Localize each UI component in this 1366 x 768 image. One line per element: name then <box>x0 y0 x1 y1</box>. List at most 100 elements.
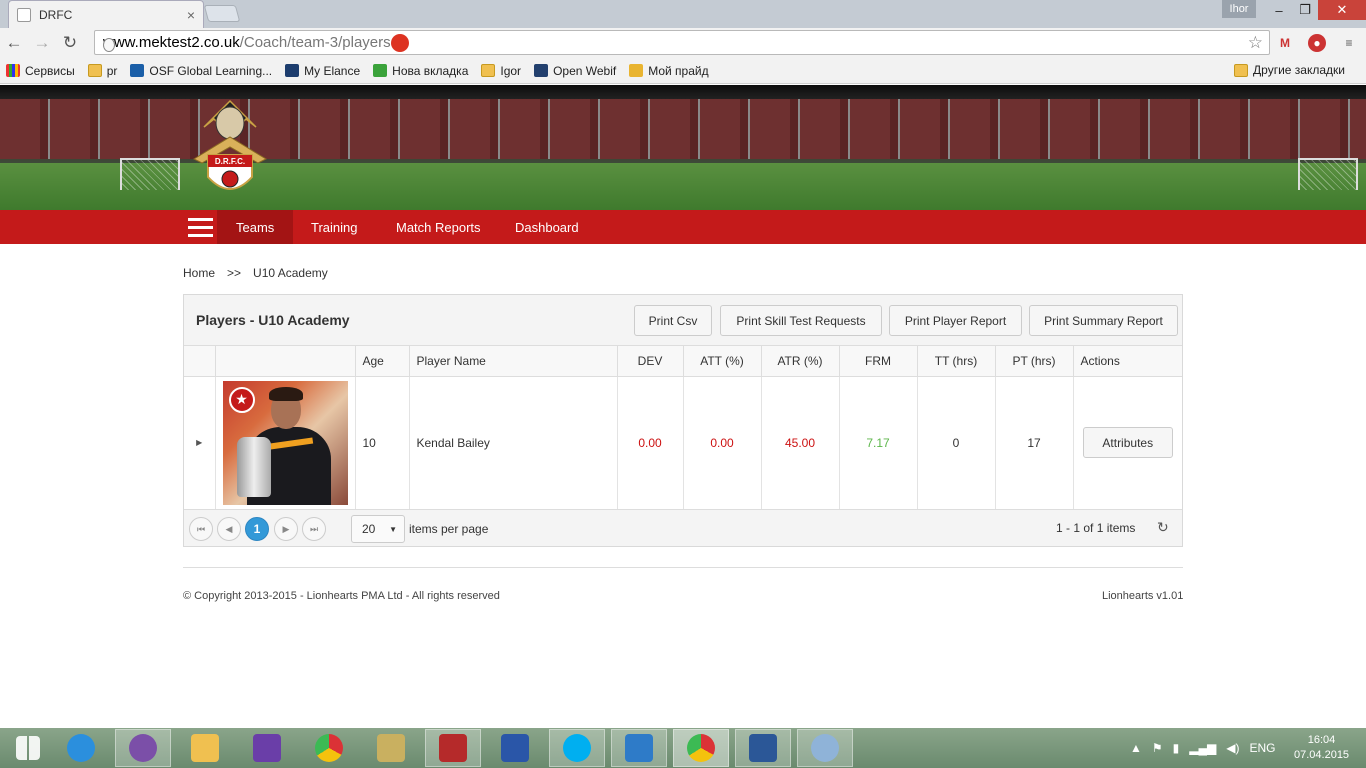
column-header[interactable]: PT (hrs) <box>995 346 1074 377</box>
folder-icon <box>191 734 219 762</box>
panel-header: Players - U10 Academy Print Csv Print Sk… <box>184 295 1182 346</box>
ie-icon <box>67 734 95 762</box>
pager-info: 1 - 1 of 1 items <box>1056 521 1136 535</box>
prev-page-icon[interactable]: ◀ <box>217 517 241 541</box>
network-icon[interactable]: ▂▄▆ <box>1189 741 1216 755</box>
paint-taskbar-icon[interactable] <box>797 729 853 767</box>
chrome-icon <box>687 734 715 762</box>
visual-studio-taskbar-icon[interactable] <box>239 729 295 767</box>
column-header[interactable]: ATR (%) <box>761 346 840 377</box>
bookmark-label: Open Webif <box>553 63 617 78</box>
adblock-icon[interactable]: ● <box>1308 34 1326 52</box>
print-skill-test-button[interactable]: Print Skill Test Requests <box>720 305 882 336</box>
word-icon <box>749 734 777 762</box>
bookmark-elance[interactable]: My Elance <box>285 64 360 78</box>
club-logo[interactable]: D.R.F.C. <box>186 97 274 201</box>
print-csv-button[interactable]: Print Csv <box>634 305 712 336</box>
skype-icon <box>563 734 591 762</box>
skype-taskbar-icon[interactable] <box>549 729 605 767</box>
forward-icon[interactable]: → <box>28 29 56 57</box>
profile-button[interactable]: Ihor <box>1222 0 1256 18</box>
nav-dashboard[interactable]: Dashboard <box>496 210 598 244</box>
floppy-icon <box>501 734 529 762</box>
nav-training[interactable]: Training <box>292 210 376 244</box>
browser-tab[interactable]: DRFC × <box>8 0 204 28</box>
word-taskbar-icon[interactable] <box>735 729 791 767</box>
nav-match-reports[interactable]: Match Reports <box>377 210 500 244</box>
print-player-report-button[interactable]: Print Player Report <box>889 305 1022 336</box>
volume-icon[interactable]: ◀) <box>1226 741 1239 755</box>
next-page-icon[interactable]: ▶ <box>274 517 298 541</box>
flag-icon[interactable]: ⚑ <box>1152 741 1163 755</box>
logo-text: D.R.F.C. <box>215 157 245 166</box>
players-panel: Players - U10 Academy Print Csv Print Sk… <box>183 294 1183 547</box>
player-att: 0.00 <box>683 376 762 509</box>
first-page-icon[interactable]: ⏮ <box>189 517 213 541</box>
extension-icon[interactable] <box>390 33 409 52</box>
player-photo-cell: ★ <box>215 376 356 509</box>
column-header[interactable]: DEV <box>617 346 684 377</box>
chrome-active-taskbar-icon[interactable] <box>673 729 729 767</box>
column-header[interactable]: TT (hrs) <box>917 346 996 377</box>
column-header[interactable]: ATT (%) <box>683 346 762 377</box>
chrome-taskbar-icon[interactable] <box>301 729 357 767</box>
minimize-button[interactable]: – <box>1264 0 1294 20</box>
save-taskbar-icon[interactable] <box>487 729 543 767</box>
bookmark-pr[interactable]: pr <box>87 64 117 78</box>
viber-taskbar-icon[interactable] <box>115 729 171 767</box>
column-header[interactable]: FRM <box>839 346 918 377</box>
books-taskbar-icon[interactable] <box>425 729 481 767</box>
tab-close-icon[interactable]: × <box>187 7 195 23</box>
bookmark-igor[interactable]: Igor <box>481 64 521 78</box>
refresh-icon[interactable]: ↻ <box>1157 519 1169 536</box>
jetbrains-icon <box>625 734 653 762</box>
jetbrains-taskbar-icon[interactable] <box>611 729 667 767</box>
page-1-button[interactable]: 1 <box>245 517 269 541</box>
print-summary-report-button[interactable]: Print Summary Report <box>1029 305 1178 336</box>
bookmarks-bar: Сервисы pr OSF Global Learning... My Ela… <box>0 58 1366 84</box>
tools-taskbar-icon[interactable] <box>363 729 419 767</box>
column-header[interactable]: Player Name <box>409 346 618 377</box>
clock[interactable]: 16:04 07.04.2015 <box>1294 733 1349 763</box>
ie-taskbar-icon[interactable] <box>53 729 109 767</box>
bookmark-osf[interactable]: OSF Global Learning... <box>130 64 272 78</box>
bookmark-services[interactable]: Сервисы <box>6 64 75 78</box>
page-size-select[interactable]: 20 ▼ <box>351 515 405 543</box>
bookmark-star-icon[interactable]: ☆ <box>1248 33 1263 53</box>
breadcrumb-current[interactable]: U10 Academy <box>253 266 328 280</box>
tray-overflow-icon[interactable]: ▲ <box>1130 741 1142 755</box>
bookmark-label: My Elance <box>304 63 361 78</box>
url-domain: www.mektest2.co.uk <box>103 34 240 51</box>
tools-icon <box>377 734 405 762</box>
main-navbar: Teams Training Match Reports Dashboard <box>0 210 1366 244</box>
new-tab-button[interactable] <box>203 5 241 22</box>
menu-icon[interactable]: ≡ <box>1340 34 1358 52</box>
explorer-taskbar-icon[interactable] <box>177 729 233 767</box>
player-frm: 7.17 <box>839 376 918 509</box>
back-icon[interactable]: ← <box>0 29 28 57</box>
browser-toolbar: ← → ↻ www.mektest2.co.uk/Coach/team-3/pl… <box>0 28 1366 58</box>
hamburger-menu-icon[interactable] <box>188 218 213 237</box>
window-close-button[interactable]: ✕ <box>1318 0 1366 20</box>
bookmark-new-tab[interactable]: Нова вкладка <box>373 64 468 78</box>
player-dev: 0.00 <box>617 376 684 509</box>
last-page-icon[interactable]: ⏭ <box>302 517 326 541</box>
gmail-icon[interactable]: M <box>1276 34 1294 52</box>
attributes-button[interactable]: Attributes <box>1082 427 1173 459</box>
books-icon <box>439 734 467 762</box>
maximize-button[interactable]: ❐ <box>1292 0 1318 20</box>
expand-row-icon[interactable]: ▶ <box>184 376 216 509</box>
actions-cell: Attributes <box>1073 376 1182 509</box>
other-bookmarks[interactable]: Другие закладки <box>1234 63 1345 77</box>
battery-icon[interactable]: ▮ <box>1173 741 1180 755</box>
column-header[interactable]: Age <box>355 346 410 377</box>
reload-icon[interactable]: ↻ <box>56 29 84 57</box>
bookmark-openwebif[interactable]: Open Webif <box>534 64 616 78</box>
start-button[interactable] <box>0 729 56 767</box>
address-bar[interactable]: www.mektest2.co.uk/Coach/team-3/players … <box>94 30 1270 55</box>
nav-teams[interactable]: Teams <box>217 210 294 244</box>
breadcrumb-home[interactable]: Home <box>183 266 215 280</box>
language-indicator[interactable]: ENG <box>1249 741 1275 755</box>
items-per-page-label: items per page <box>409 522 489 536</box>
bookmark-prayd[interactable]: Мой прайд <box>629 64 709 78</box>
